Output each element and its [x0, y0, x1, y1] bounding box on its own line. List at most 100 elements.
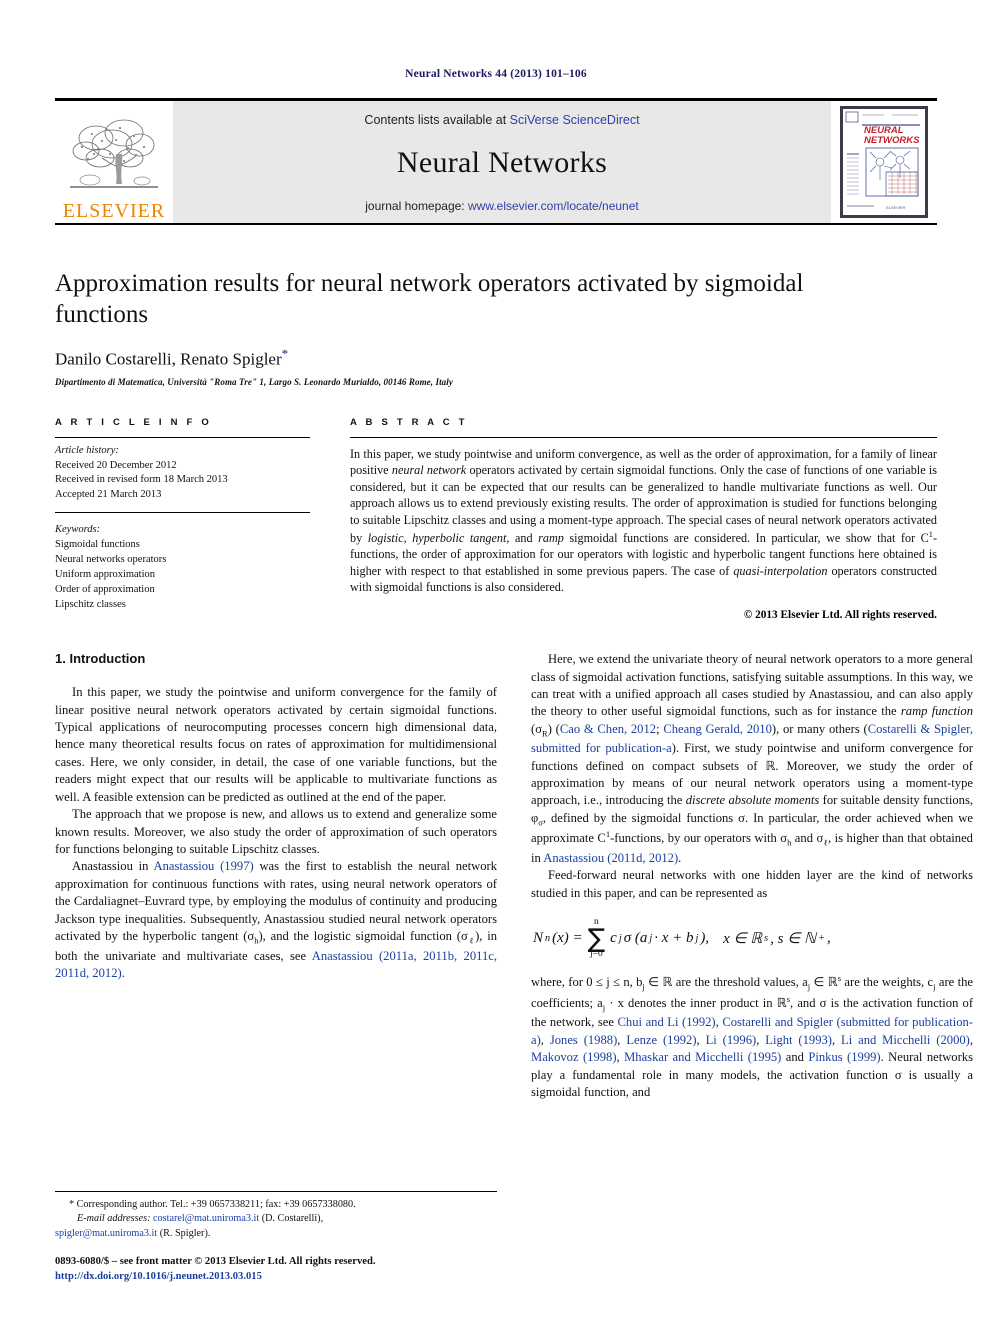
citation-link[interactable]: Pinkus (1999) [808, 1050, 880, 1064]
author-list: Danilo Costarelli, Renato Spigler* [55, 346, 937, 370]
citation-link[interactable]: Light (1993) [765, 1033, 832, 1047]
eq-seg: c [610, 930, 617, 947]
cover-image: NEURAL NETWORKS ELSEVIER [840, 106, 928, 218]
elsevier-wordmark: ELSEVIER [62, 200, 166, 222]
journal-masthead: ELSEVIER Contents lists available at Sci… [55, 98, 937, 225]
abstract-copyright: © 2013 Elsevier Ltd. All rights reserved… [743, 609, 937, 622]
text-seg: . [121, 965, 125, 980]
paragraph: Feed-forward neural networks with one hi… [531, 868, 973, 900]
text-seg: ), or many others ( [771, 721, 868, 736]
italic-term: ramp function [900, 704, 974, 719]
abstract-seg: , and [506, 530, 539, 545]
abstract-italic: quasi-interpolation [733, 563, 828, 578]
paragraph: Anastassiou in Anastassiou (1997) was th… [55, 858, 497, 982]
abstract-italic: logistic [367, 530, 404, 545]
text-seg: ) ( [547, 721, 560, 736]
email-link-spigler[interactable]: spigler@mat.uniroma3.it [55, 1228, 157, 1239]
text-seg: , [616, 1050, 625, 1065]
eq-seg: σ (a [623, 930, 648, 947]
corresponding-author-marker: * [281, 346, 289, 361]
eq-seg: x ∈ ℝ [723, 931, 763, 948]
citation-link[interactable]: Li and Micchelli (2000) [841, 1033, 970, 1047]
journal-title: Neural Networks [396, 146, 608, 179]
front-matter-block: 0893-6080/$ – see front matter © 2013 El… [55, 1255, 497, 1285]
article-history-label: Article history: [55, 444, 119, 456]
email-owner: (R. Spigler). [157, 1227, 211, 1239]
article-history-block: Article history: Received 20 December 20… [55, 438, 310, 504]
abstract-seg: sigmoidal functions are considered. In p… [563, 530, 929, 545]
equation-feedforward-network: Nn (x) = n ∑ j=0 cjσ (a j · x + b j), x ∈ ℝ… [533, 918, 973, 959]
text-seg: , [969, 1032, 974, 1047]
text-seg: . [678, 850, 682, 865]
citation-link[interactable]: Chui and Li (1992) [618, 1015, 716, 1029]
paper-page: Neural Networks 44 (2013) 101–106 ELSEVI… [0, 0, 992, 1323]
journal-cover-thumbnail: NEURAL NETWORKS ELSEVIER [831, 101, 937, 223]
doi-link[interactable]: http://dx.doi.org/10.1016/j.neunet.2013.… [55, 1270, 497, 1285]
paragraph: Here, we extend the univariate theory of… [531, 651, 973, 867]
svg-text:NETWORKS: NETWORKS [864, 135, 920, 146]
contents-available-line: Contents lists available at SciVerse Sci… [364, 113, 639, 127]
abstract-italic: ramp [538, 530, 564, 545]
body-columns: 1. Introduction In this paper, we study … [55, 651, 973, 1101]
sum-lower-limit: j=0 [590, 948, 603, 959]
eq-sub: j [695, 933, 699, 945]
affiliation: Dipartimento di Matematica, Università "… [55, 376, 453, 387]
elsevier-logo: ELSEVIER [55, 101, 173, 223]
text-seg: ∈ ℝ [810, 975, 838, 990]
masthead-center: Contents lists available at SciVerse Sci… [173, 101, 831, 223]
citation-link[interactable]: Makovoz (1998) [531, 1050, 617, 1064]
article-info-column: A R T I C L E I N F O Article history: R… [55, 417, 310, 621]
article-info-heading: A R T I C L E I N F O [55, 416, 212, 428]
issn-copyright-line: 0893-6080/$ – see front matter © 2013 El… [55, 1256, 376, 1268]
paragraph: where, for 0 ≤ j ≤ n, bj ∈ ℝ are the thr… [531, 973, 973, 1101]
eq-seg: ), [700, 930, 710, 947]
text-seg: , [756, 1032, 766, 1047]
homepage-prefix: journal homepage: [365, 199, 468, 213]
abstract-column: A B S T R A C T In this paper, we study … [350, 417, 937, 621]
citation-link[interactable]: Jones (1988) [550, 1033, 617, 1047]
keywords-label: Keywords: [55, 524, 101, 536]
paragraph: In this paper, we study the pointwise an… [55, 685, 497, 804]
journal-homepage-line: journal homepage: www.elsevier.com/locat… [365, 199, 639, 213]
citation-link[interactable]: Li (1996) [706, 1033, 757, 1047]
email-addresses-label: E-mail addresses: [77, 1213, 151, 1225]
eq-seg: , [826, 930, 831, 947]
eq-sup: s [764, 933, 769, 945]
section-title-introduction: 1. Introduction [55, 651, 146, 667]
citation-link[interactable]: Anastassiou (2011d, 2012) [543, 851, 678, 865]
elsevier-tree-icon [70, 119, 158, 188]
abstract-heading: A B S T R A C T [350, 416, 468, 428]
text-seg: · x denotes the inner product in ℝ [605, 995, 787, 1010]
keyword-item: Order of approximation [55, 583, 155, 595]
history-item: Received in revised form 18 March 2013 [55, 474, 228, 486]
citation-link[interactable]: Lenze (1992) [626, 1033, 696, 1047]
citation-link[interactable]: Mhaskar and Micchelli (1995) [624, 1050, 781, 1064]
email-link-costarelli[interactable]: costarel@mat.uniroma3.it [153, 1213, 259, 1224]
text-seg: are the weights, c [841, 975, 934, 990]
subscript: ℓ [467, 935, 476, 946]
eq-sup: + [818, 933, 825, 945]
summation-operator: n ∑ j=0 [587, 917, 606, 959]
italic-term: discrete absolute moments [685, 793, 820, 808]
citation-link[interactable]: Anastassiou (1997) [153, 859, 253, 873]
contents-prefix: Contents lists available at [364, 113, 510, 127]
history-item: Received 20 December 2012 [55, 459, 177, 471]
email-owner: (D. Costarelli), [259, 1213, 324, 1225]
svg-text:ELSEVIER: ELSEVIER [886, 205, 906, 210]
footnote-area: * Corresponding author. Tel.: +39 065733… [55, 1190, 497, 1285]
author-names: Danilo Costarelli, Renato Spigler [55, 349, 282, 369]
page-title: Approximation results for neural network… [55, 270, 804, 328]
keywords-block: Keywords: Sigmoidal functions Neural net… [55, 512, 310, 612]
abstract-seg: , [403, 530, 413, 545]
text-seg: , [696, 1032, 706, 1047]
eq-sub: j [618, 933, 622, 945]
sciencedirect-link[interactable]: SciVerse ScienceDirect [510, 113, 640, 127]
text-seg: , [832, 1032, 842, 1047]
text-seg: Anastassiou in [72, 859, 154, 874]
citation-link[interactable]: Cheang Gerald, 2010 [663, 722, 772, 736]
body-column-right: Here, we extend the univariate theory of… [531, 651, 973, 1101]
paragraph: The approach that we propose is new, and… [55, 807, 497, 856]
text-seg: and [781, 1050, 809, 1065]
citation-link[interactable]: Cao & Chen, 2012 [560, 722, 656, 736]
journal-homepage-link[interactable]: www.elsevier.com/locate/neunet [468, 199, 639, 213]
